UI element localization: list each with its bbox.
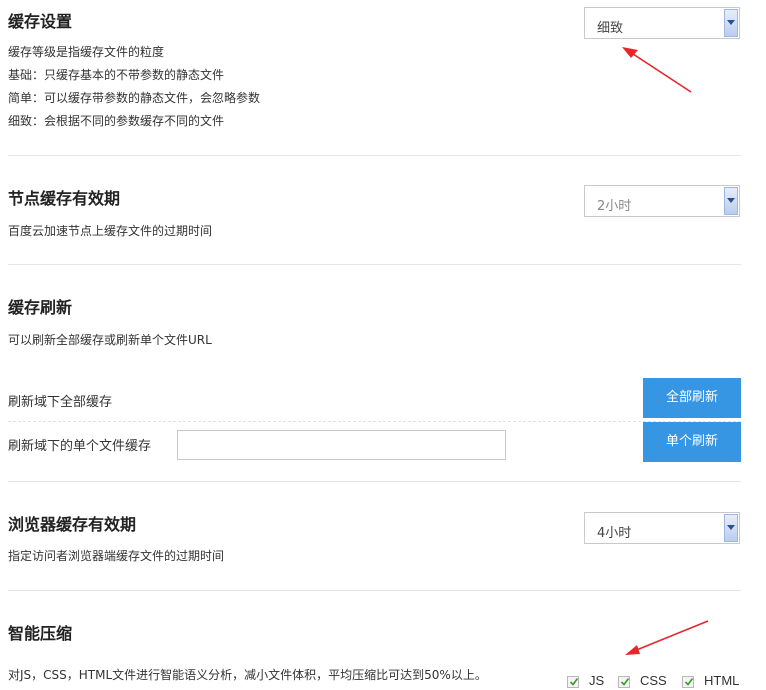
browser-cache-title: 浏览器缓存有效期 [8,515,137,534]
node-cache-selected: 2小时 [597,199,632,214]
chevron-down-icon[interactable] [724,187,738,215]
refresh-all-button[interactable]: 全部刷新 [643,378,741,418]
html-label: HTML [704,673,740,688]
chevron-down-icon[interactable] [724,9,738,37]
chevron-down-icon[interactable] [724,514,738,542]
section-divider [8,155,741,156]
cache-level-select[interactable]: 细致 [584,7,740,39]
section-divider [8,590,741,591]
cache-level-desc-line: 细致：会根据不同的参数缓存不同的文件 [8,114,225,128]
css-checkbox[interactable] [618,676,630,688]
row-divider [8,421,741,422]
browser-cache-select[interactable]: 4小时 [584,512,740,544]
js-label: JS [589,673,605,688]
cache-level-desc-line: 简单：可以缓存带参数的静态文件，会忽略参数 [8,91,261,105]
section-divider [8,481,741,482]
cache-refresh-desc: 可以刷新全部缓存或刷新单个文件URL [8,333,212,347]
refresh-url-input[interactable] [177,430,506,460]
cache-level-desc-line: 基础：只缓存基本的不带参数的静态文件 [8,68,225,82]
node-cache-desc: 百度云加速节点上缓存文件的过期时间 [8,224,213,238]
browser-cache-selected: 4小时 [597,526,632,541]
css-label: CSS [640,673,667,688]
annotation-arrow-icon [625,620,709,655]
compression-title: 智能压缩 [8,624,73,643]
node-cache-select[interactable]: 2小时 [584,185,740,217]
compression-desc: 对JS，CSS，HTML文件进行智能语义分析，减小文件体积，平均压缩比可达到50… [8,668,487,682]
refresh-single-label: 刷新域下的单个文件缓存 [8,439,152,454]
js-checkbox[interactable] [567,676,579,688]
section-divider [8,264,741,265]
node-cache-title: 节点缓存有效期 [8,189,121,208]
browser-cache-desc: 指定访问者浏览器端缓存文件的过期时间 [8,549,225,563]
refresh-single-button[interactable]: 单个刷新 [643,422,741,462]
cache-refresh-title: 缓存刷新 [8,298,73,317]
cache-level-title: 缓存设置 [8,12,73,31]
cache-level-desc-line: 缓存等级是指缓存文件的粒度 [8,45,165,59]
refresh-all-label: 刷新域下全部缓存 [8,395,113,410]
html-checkbox[interactable] [682,676,694,688]
annotation-arrow-icon [622,47,692,93]
cache-level-selected: 细致 [597,21,624,36]
cache-level-desc: 缓存等级是指缓存文件的粒度 基础：只缓存基本的不带参数的静态文件 简单：可以缓存… [8,41,260,133]
